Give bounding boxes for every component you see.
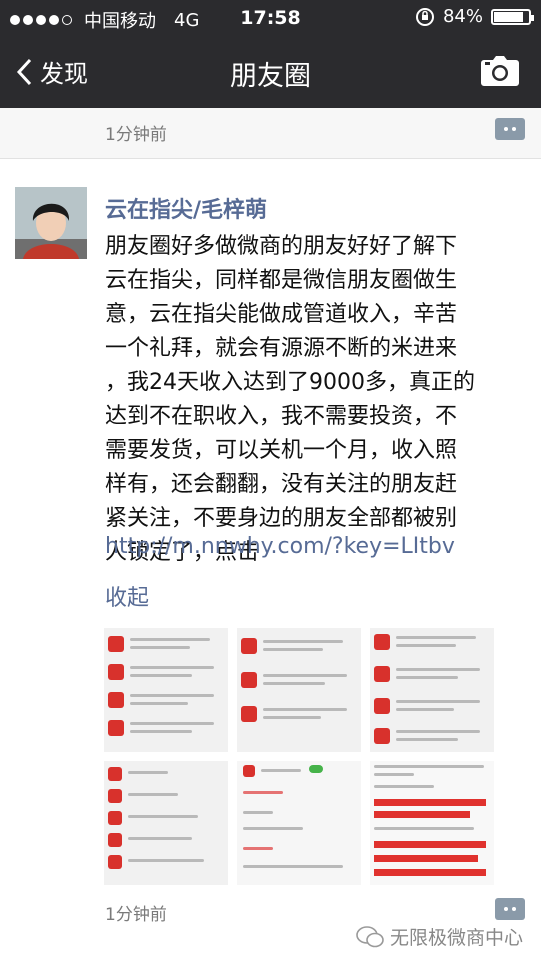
post-content: 朋友圈好多做微商的朋友好好了解下 云在指尖，同样都是微信朋友圈做生 意，云在指尖…	[105, 230, 525, 570]
comment-icon[interactable]	[495, 118, 525, 140]
post-line: 样有，还会翻翻，没有关注的朋友赶	[105, 472, 458, 497]
post-line: 需要发货，可以关机一个月，收入照	[105, 438, 458, 463]
collapse-button[interactable]: 收起	[105, 580, 149, 612]
status-bar: 中国移动 4G 17:58 84%	[0, 0, 541, 36]
page-title: 朋友圈	[230, 61, 311, 92]
post-time: 1分钟前	[105, 125, 167, 145]
previous-post-footer: 1分钟前	[0, 108, 541, 159]
post-link[interactable]: http://m.nnwhy.com/?key=LItbv	[105, 534, 455, 559]
watermark-text: 无限极微商中心	[389, 927, 523, 949]
avatar[interactable]	[15, 187, 87, 259]
post-line: 紧关注，不要身边的朋友全部都被别	[105, 506, 458, 531]
comment-icon[interactable]	[495, 898, 525, 920]
post-time: 1分钟前	[105, 905, 167, 925]
post-author[interactable]: 云在指尖/毛梓萌	[105, 192, 267, 224]
post-line: ，我24天收入达到了9000多，真正的	[105, 370, 475, 395]
image-thumbnail[interactable]	[237, 628, 361, 752]
wechat-logo-icon	[356, 925, 384, 947]
camera-button[interactable]	[481, 56, 519, 90]
rotation-lock-icon	[415, 7, 434, 26]
avatar-image	[15, 187, 87, 259]
battery-icon	[491, 8, 534, 25]
battery-percent: 84%	[442, 6, 483, 27]
navigation-bar: 发现 朋友圈	[0, 36, 541, 108]
camera-icon	[481, 56, 519, 86]
post-line: 云在指尖，同样都是微信朋友圈做生	[105, 268, 458, 293]
post-line: 达到不在职收入，我不需要投资，不	[105, 404, 458, 429]
watermark: 无限极微商中心	[356, 923, 523, 950]
post-line: 意，云在指尖能做成管道收入，辛苦	[105, 302, 458, 327]
image-thumbnail[interactable]	[104, 628, 228, 752]
post-line: 朋友圈好多做微商的朋友好好了解下	[105, 234, 458, 259]
image-thumbnail[interactable]	[370, 761, 494, 885]
image-thumbnail[interactable]	[237, 761, 361, 885]
image-thumbnail[interactable]	[370, 628, 494, 752]
image-thumbnail[interactable]	[104, 761, 228, 885]
post-line: 一个礼拜，就会有源源不断的米进来	[105, 336, 458, 361]
